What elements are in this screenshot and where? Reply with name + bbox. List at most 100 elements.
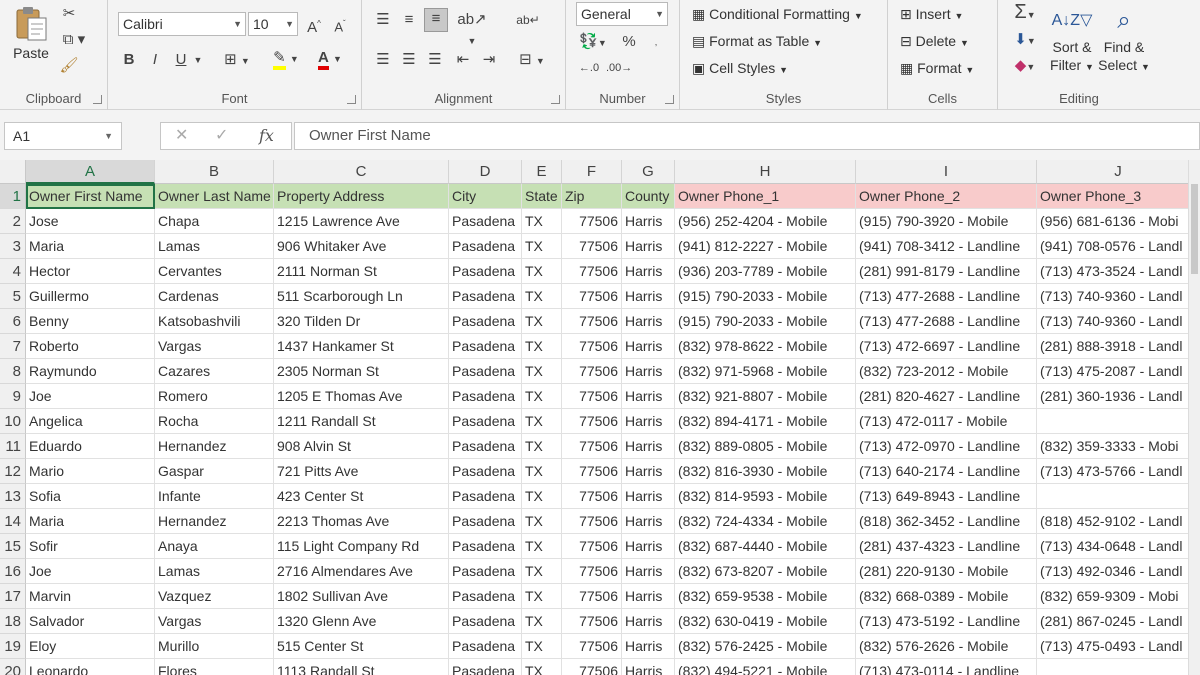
table-cell[interactable]: Lamas bbox=[155, 559, 274, 584]
table-cell[interactable]: Harris bbox=[622, 434, 675, 459]
table-cell[interactable]: Pasadena bbox=[449, 384, 522, 409]
table-cell[interactable]: Eduardo bbox=[26, 434, 155, 459]
table-cell[interactable]: 1215 Lawrence Ave bbox=[274, 209, 449, 234]
table-cell[interactable]: TX bbox=[522, 284, 562, 309]
header-cell[interactable]: County bbox=[622, 184, 675, 209]
cancel-icon[interactable]: ✕ bbox=[175, 123, 188, 149]
table-cell[interactable]: (713) 473-5766 - Landl bbox=[1037, 459, 1200, 484]
row-header[interactable]: 17 bbox=[0, 584, 26, 609]
table-cell[interactable]: Harris bbox=[622, 509, 675, 534]
table-cell[interactable]: Harris bbox=[622, 559, 675, 584]
conditional-formatting-button[interactable]: ▦ Conditional Formatting ▼ bbox=[692, 4, 863, 26]
table-cell[interactable]: (713) 434-0648 - Landl bbox=[1037, 534, 1200, 559]
table-cell[interactable]: 77506 bbox=[562, 509, 622, 534]
cut-icon[interactable]: ✂ bbox=[58, 4, 80, 24]
row-header[interactable]: 15 bbox=[0, 534, 26, 559]
align-center-icon[interactable]: ☰ bbox=[398, 50, 420, 70]
table-cell[interactable]: 1211 Randall St bbox=[274, 409, 449, 434]
table-cell[interactable]: Anaya bbox=[155, 534, 274, 559]
delete-button[interactable]: ⊟ Delete ▼ bbox=[900, 31, 969, 53]
row-header[interactable]: 11 bbox=[0, 434, 26, 459]
paste-button[interactable]: Paste bbox=[8, 4, 54, 68]
table-cell[interactable]: Harris bbox=[622, 384, 675, 409]
vertical-scrollbar[interactable] bbox=[1188, 160, 1200, 675]
table-cell[interactable]: (832) 894-4171 - Mobile bbox=[675, 409, 856, 434]
table-cell[interactable]: (713) 473-5192 - Landline bbox=[856, 609, 1037, 634]
table-cell[interactable]: (936) 203-7789 - Mobile bbox=[675, 259, 856, 284]
table-cell[interactable]: (713) 473-3524 - Landl bbox=[1037, 259, 1200, 284]
table-cell[interactable]: 77506 bbox=[562, 259, 622, 284]
table-cell[interactable]: 1320 Glenn Ave bbox=[274, 609, 449, 634]
table-cell[interactable]: (915) 790-2033 - Mobile bbox=[675, 284, 856, 309]
table-cell[interactable]: Cazares bbox=[155, 359, 274, 384]
table-cell[interactable]: (832) 630-0419 - Mobile bbox=[675, 609, 856, 634]
cell-styles-button[interactable]: ▣ Cell Styles ▼ bbox=[692, 58, 788, 80]
table-cell[interactable]: Vazquez bbox=[155, 584, 274, 609]
insert-button[interactable]: ⊞ Insert ▼ bbox=[900, 4, 963, 26]
table-cell[interactable]: (832) 816-3930 - Mobile bbox=[675, 459, 856, 484]
table-cell[interactable]: 2111 Norman St bbox=[274, 259, 449, 284]
table-cell[interactable]: Jose bbox=[26, 209, 155, 234]
table-cell[interactable]: Harris bbox=[622, 259, 675, 284]
table-cell[interactable]: Vargas bbox=[155, 334, 274, 359]
font-launcher-icon[interactable] bbox=[347, 95, 356, 104]
table-cell[interactable]: Hernandez bbox=[155, 434, 274, 459]
table-cell[interactable]: (713) 472-0970 - Landline bbox=[856, 434, 1037, 459]
table-cell[interactable]: Raymundo bbox=[26, 359, 155, 384]
table-cell[interactable]: TX bbox=[522, 384, 562, 409]
header-cell[interactable]: Owner Phone_3 bbox=[1037, 184, 1200, 209]
table-cell[interactable]: (713) 492-0346 - Landl bbox=[1037, 559, 1200, 584]
table-cell[interactable]: Angelica bbox=[26, 409, 155, 434]
copy-icon[interactable]: ⧉ ▾ bbox=[58, 30, 90, 50]
table-cell[interactable]: Harris bbox=[622, 409, 675, 434]
table-cell[interactable]: (713) 649-8943 - Landline bbox=[856, 484, 1037, 509]
table-cell[interactable]: Roberto bbox=[26, 334, 155, 359]
table-cell[interactable]: Pasadena bbox=[449, 409, 522, 434]
row-header[interactable]: 13 bbox=[0, 484, 26, 509]
decrease-decimal-icon[interactable]: .00→ bbox=[606, 58, 632, 78]
increase-decimal-icon[interactable]: ←.0 bbox=[576, 58, 602, 78]
bold-button[interactable]: B bbox=[120, 50, 138, 70]
table-cell[interactable]: (832) 576-2425 - Mobile bbox=[675, 634, 856, 659]
table-cell[interactable]: Harris bbox=[622, 309, 675, 334]
table-cell[interactable]: Benny bbox=[26, 309, 155, 334]
table-cell[interactable]: Pasadena bbox=[449, 459, 522, 484]
header-cell[interactable]: State bbox=[522, 184, 562, 209]
table-cell[interactable]: Harris bbox=[622, 334, 675, 359]
column-header-f[interactable]: F bbox=[562, 160, 622, 184]
header-cell[interactable]: Owner Phone_2 bbox=[856, 184, 1037, 209]
table-cell[interactable]: 77506 bbox=[562, 384, 622, 409]
header-cell[interactable]: Owner First Name bbox=[26, 184, 155, 209]
table-cell[interactable]: Joe bbox=[26, 384, 155, 409]
table-cell[interactable]: 1205 E Thomas Ave bbox=[274, 384, 449, 409]
increase-indent-icon[interactable]: ⇥ bbox=[478, 50, 500, 70]
table-cell[interactable]: (941) 812-2227 - Mobile bbox=[675, 234, 856, 259]
table-cell[interactable]: (713) 475-0493 - Landl bbox=[1037, 634, 1200, 659]
table-cell[interactable]: 77506 bbox=[562, 484, 622, 509]
column-header-d[interactable]: D bbox=[449, 160, 522, 184]
row-header[interactable]: 10 bbox=[0, 409, 26, 434]
table-cell[interactable]: (713) 472-6697 - Landline bbox=[856, 334, 1037, 359]
table-cell[interactable]: Sofia bbox=[26, 484, 155, 509]
table-cell[interactable]: 1113 Randall St bbox=[274, 659, 449, 675]
table-cell[interactable]: Pasadena bbox=[449, 534, 522, 559]
table-cell[interactable]: Pasadena bbox=[449, 584, 522, 609]
alignment-launcher-icon[interactable] bbox=[551, 95, 560, 104]
table-cell[interactable] bbox=[1037, 409, 1200, 434]
table-cell[interactable]: (832) 668-0389 - Mobile bbox=[856, 584, 1037, 609]
table-cell[interactable]: Pasadena bbox=[449, 359, 522, 384]
table-cell[interactable]: Pasadena bbox=[449, 559, 522, 584]
table-cell[interactable]: TX bbox=[522, 659, 562, 675]
table-cell[interactable]: 2305 Norman St bbox=[274, 359, 449, 384]
orientation-icon[interactable]: ab↗ ▼ bbox=[456, 10, 488, 51]
row-header[interactable]: 2 bbox=[0, 209, 26, 234]
table-cell[interactable]: 1437 Hankamer St bbox=[274, 334, 449, 359]
table-cell[interactable]: (832) 659-9309 - Mobi bbox=[1037, 584, 1200, 609]
enter-icon[interactable]: ✓ bbox=[215, 123, 228, 149]
table-cell[interactable]: Pasadena bbox=[449, 309, 522, 334]
table-cell[interactable]: (713) 477-2688 - Landline bbox=[856, 284, 1037, 309]
table-cell[interactable]: (713) 475-2087 - Landl bbox=[1037, 359, 1200, 384]
column-header-i[interactable]: I bbox=[856, 160, 1037, 184]
chevron-down-icon[interactable]: ▼ bbox=[192, 50, 204, 70]
table-cell[interactable]: 721 Pitts Ave bbox=[274, 459, 449, 484]
